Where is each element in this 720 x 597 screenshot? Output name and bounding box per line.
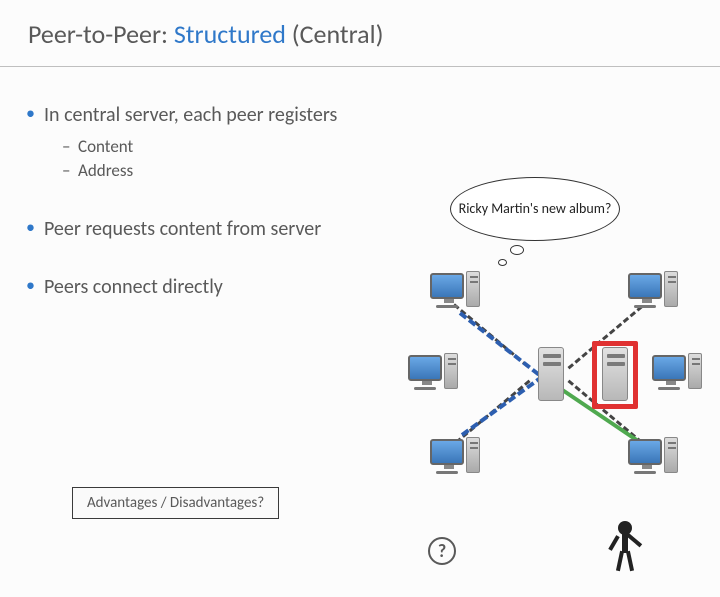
text-column: In central server, each peer registers C… [0,67,374,537]
peer-computer-icon [628,433,676,481]
bullet-connect: Peers connect directly [24,275,374,299]
footer-question-box: Advantages / Disadvantages? [72,487,279,519]
thought-bubble-dot [498,259,507,266]
bullet-register: In central server, each peer registers C… [24,103,374,183]
dancer-icon [608,521,642,575]
peer-computer-icon [652,349,700,397]
link-request [461,375,544,437]
subbullet-address: Address [44,159,374,183]
question-glyph: ? [438,540,446,562]
central-server-icon [538,347,564,401]
bullet-request: Peer requests content from server [24,217,374,241]
title-prefix: Peer-to-Peer: [28,18,174,50]
peer-computer-icon [628,267,676,315]
thought-bubble-dot [510,245,524,255]
link-request [459,311,540,376]
peer-computer-icon [430,433,478,481]
bullet-register-text: In central server, each peer registers [44,103,337,127]
subbullet-content: Content [44,135,374,159]
thought-bubble-text: Ricky Martin's new album? [459,201,612,218]
peer-computer-icon [430,267,478,315]
peer-computer-icon [408,349,456,397]
slide-title: Peer-to-Peer: Structured (Central) [0,0,720,67]
title-accent: Structured [174,18,286,50]
thought-bubble: Ricky Martin's new album? [450,177,620,241]
title-suffix: (Central) [286,18,384,50]
question-mark-icon: ? [428,537,456,565]
diagram-area: Ricky Martin's new album? [390,137,710,597]
highlighted-server-icon [602,347,628,401]
